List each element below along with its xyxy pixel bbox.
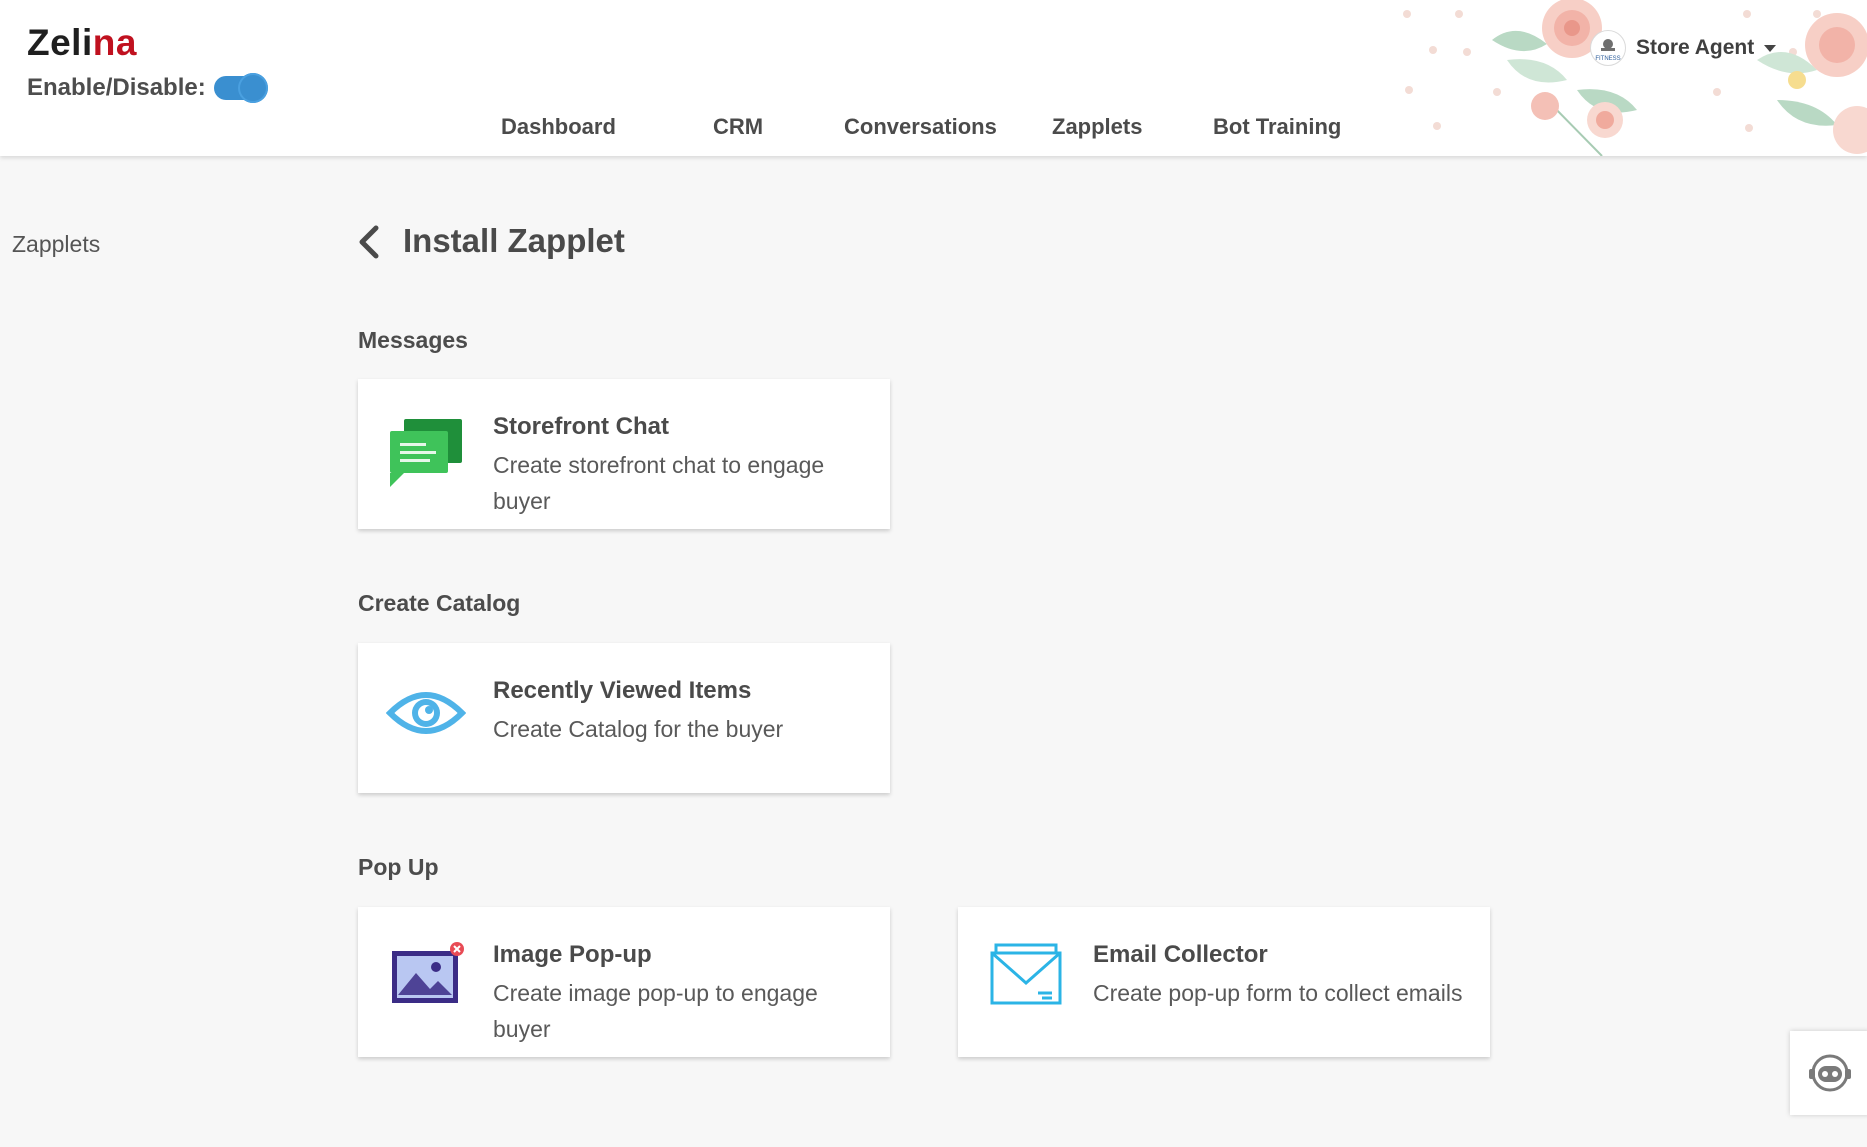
nav-conversations[interactable]: Conversations (844, 114, 997, 140)
card-recently-viewed-items[interactable]: Recently Viewed Items Create Catalog for… (358, 643, 890, 793)
section-title-messages: Messages (358, 327, 468, 353)
card-image-popup[interactable]: Image Pop-up Create image pop-up to enga… (358, 907, 890, 1057)
nav-bot-training[interactable]: Bot Training (1213, 114, 1341, 140)
top-bar: Zelina Enable/Disable: Dashboard CRM Con… (0, 0, 1867, 156)
enable-toggle-row: Enable/Disable: (27, 73, 268, 103)
nav-crm[interactable]: CRM (713, 114, 763, 140)
agent-name: Store Agent (1636, 36, 1755, 59)
section-title-pop-up: Pop Up (358, 854, 439, 880)
eye-icon (386, 692, 466, 734)
card-title: Storefront Chat (493, 413, 669, 440)
card-description: Create image pop-up to engage buyer (493, 980, 818, 1042)
nav-dashboard[interactable]: Dashboard (501, 114, 616, 140)
brand-main: Zeli (27, 22, 93, 63)
card-description: Create pop-up form to collect emails (1093, 980, 1463, 1006)
toggle-knob (237, 73, 268, 103)
brand-accent: na (92, 22, 137, 63)
back-arrow-icon[interactable] (354, 224, 384, 260)
image-popup-icon (392, 942, 464, 1003)
card-email-collector[interactable]: Email Collector Create pop-up form to co… (958, 907, 1490, 1057)
avatar-text: FITNESS (1595, 56, 1620, 62)
chat-bubbles-icon (390, 419, 462, 487)
card-description: Create storefront chat to engage buyer (493, 452, 825, 514)
sidebar-item-zapplets[interactable]: Zapplets (12, 231, 100, 258)
card-title: Image Pop-up (493, 941, 652, 968)
toggle-label: Enable/Disable: (27, 74, 206, 101)
section-title-create-catalog: Create Catalog (358, 590, 521, 616)
fitness-logo-icon: FITNESS (1595, 39, 1621, 62)
nav-zapplets[interactable]: Zapplets (1052, 114, 1142, 140)
card-storefront-chat[interactable]: Storefront Chat Create storefront chat t… (358, 379, 890, 529)
support-chat-button[interactable] (1790, 1031, 1867, 1115)
agent-menu[interactable]: FITNESS Store Agent (1590, 30, 1777, 66)
brand-logo[interactable]: Zelina (27, 22, 137, 64)
envelope-icon (990, 943, 1062, 1005)
main-nav: Dashboard CRM Conversations Zapplets Bot… (0, 114, 1867, 144)
card-title: Recently Viewed Items (493, 677, 752, 704)
support-bot-icon (1809, 1054, 1851, 1092)
page-title: Install Zapplet (403, 222, 625, 259)
card-title: Email Collector (1093, 941, 1268, 968)
enable-toggle[interactable] (213, 73, 268, 103)
card-description: Create Catalog for the buyer (493, 716, 784, 742)
caret-down-icon (1764, 44, 1777, 52)
avatar: FITNESS (1590, 30, 1626, 66)
